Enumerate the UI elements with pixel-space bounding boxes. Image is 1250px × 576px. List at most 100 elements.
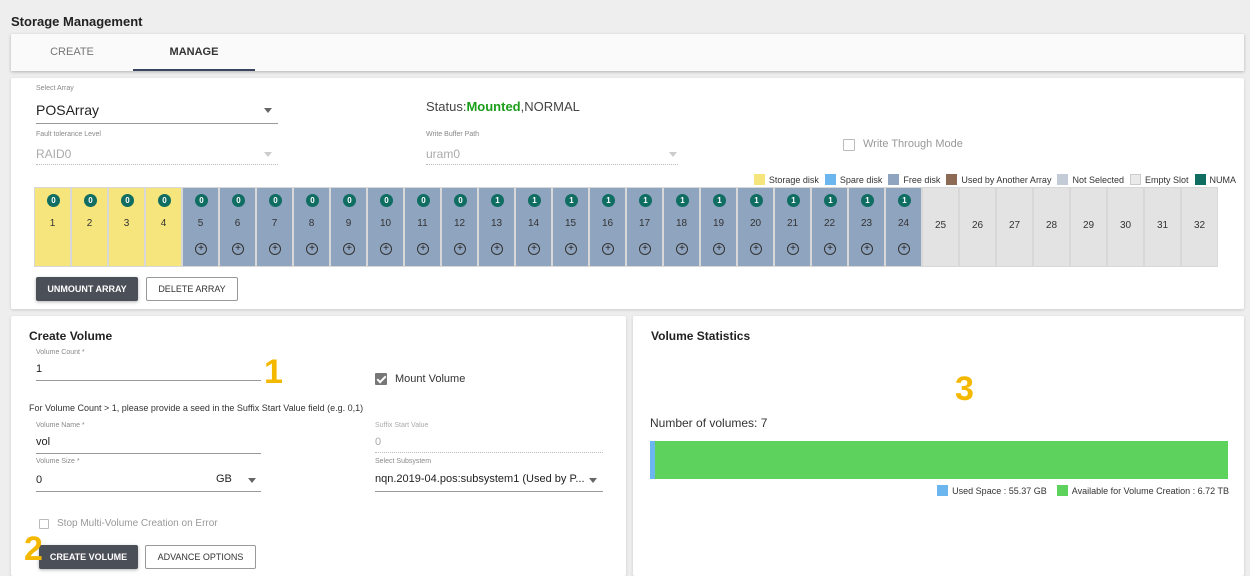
subsystem-chevron-down-icon[interactable]: [589, 478, 597, 483]
slot-number: 22: [823, 218, 836, 229]
disk-slot[interactable]: 1 19 +: [700, 187, 737, 267]
volume-count-input[interactable]: 1: [36, 363, 42, 375]
disk-slot[interactable]: 0 8 +: [293, 187, 330, 267]
add-disk-plus-icon[interactable]: +: [269, 243, 281, 255]
used-space-swatch: [937, 485, 949, 496]
disk-slot[interactable]: 25: [922, 187, 959, 267]
disk-slot[interactable]: 27: [996, 187, 1033, 267]
disk-slot[interactable]: 0 9 +: [330, 187, 367, 267]
legend-label: Empty Slot: [1144, 174, 1189, 185]
write-through-checkbox[interactable]: [843, 139, 855, 151]
numa-badge: 0: [47, 194, 60, 207]
disk-slot[interactable]: 1 16 +: [589, 187, 626, 267]
add-disk-plus-icon[interactable]: +: [454, 243, 466, 255]
advance-options-button[interactable]: ADVANCE OPTIONS: [145, 545, 256, 569]
disk-slot[interactable]: 29: [1070, 187, 1107, 267]
add-disk-plus-icon[interactable]: +: [639, 243, 651, 255]
disk-slot[interactable]: 0 5 +: [182, 187, 219, 267]
disk-slot[interactable]: 03: [108, 187, 145, 267]
volume-statistics-panel: Volume Statistics Number of volumes: 7 U…: [633, 316, 1244, 576]
numa-badge: 1: [898, 194, 911, 207]
annotation-marker-1: 1: [264, 353, 283, 391]
size-unit-select[interactable]: GB: [216, 473, 232, 485]
disk-slot[interactable]: 31: [1144, 187, 1181, 267]
unmount-array-button[interactable]: UNMOUNT ARRAY: [36, 277, 138, 301]
disk-slot[interactable]: 1 20 +: [737, 187, 774, 267]
add-disk-plus-icon[interactable]: +: [750, 243, 762, 255]
add-disk-plus-icon[interactable]: +: [602, 243, 614, 255]
add-disk-plus-icon[interactable]: +: [417, 243, 429, 255]
numa-badge: 0: [232, 194, 245, 207]
add-disk-plus-icon[interactable]: +: [713, 243, 725, 255]
numa-badge: 0: [454, 194, 467, 207]
disk-slot[interactable]: 1 22 +: [811, 187, 848, 267]
add-disk-plus-icon[interactable]: +: [195, 243, 207, 255]
select-array-chevron-down-icon[interactable]: [264, 108, 272, 113]
size-unit-chevron-down-icon[interactable]: [248, 478, 256, 483]
add-disk-plus-icon[interactable]: +: [676, 243, 688, 255]
slot-number: 11: [417, 218, 428, 229]
disk-slot[interactable]: 1 15 +: [552, 187, 589, 267]
disk-slot[interactable]: 0 12 +: [441, 187, 478, 267]
disk-slot[interactable]: 32: [1181, 187, 1218, 267]
add-disk-plus-icon[interactable]: +: [898, 243, 910, 255]
add-disk-plus-icon[interactable]: +: [861, 243, 873, 255]
disk-slot[interactable]: 28: [1033, 187, 1070, 267]
add-disk-plus-icon[interactable]: +: [787, 243, 799, 255]
subsystem-select[interactable]: nqn.2019-04.pos:subsystem1 (Used by P...: [375, 473, 585, 485]
disk-slot[interactable]: 30: [1107, 187, 1144, 267]
suffix-start-input[interactable]: 0: [375, 436, 381, 448]
create-volume-button[interactable]: CREATE VOLUME: [39, 545, 138, 569]
disk-slot[interactable]: 0 7 +: [256, 187, 293, 267]
add-disk-plus-icon[interactable]: +: [343, 243, 355, 255]
slot-number: 32: [1193, 220, 1206, 231]
disk-slot[interactable]: 1 17 +: [626, 187, 663, 267]
numa-badge: 0: [380, 194, 393, 207]
disk-slot[interactable]: 0 11 +: [404, 187, 441, 267]
array-panel: Select Array POSArray Status:Mounted,NOR…: [11, 78, 1244, 309]
used-space-legend: Used Space : 55.37 GB: [937, 485, 1047, 496]
add-disk-plus-icon[interactable]: +: [306, 243, 318, 255]
mount-volume-checkbox[interactable]: [375, 373, 387, 385]
disk-slot[interactable]: 04: [145, 187, 182, 267]
add-disk-plus-icon[interactable]: +: [491, 243, 503, 255]
add-disk-plus-icon[interactable]: +: [528, 243, 540, 255]
numa-badge: 1: [491, 194, 504, 207]
volume-name-input[interactable]: vol: [36, 436, 50, 448]
disk-slot[interactable]: 1 21 +: [774, 187, 811, 267]
tab-manage[interactable]: MANAGE: [133, 34, 255, 71]
used-space-segment: [650, 441, 655, 479]
add-disk-plus-icon[interactable]: +: [380, 243, 392, 255]
disk-slot[interactable]: 01: [34, 187, 71, 267]
tab-create[interactable]: CREATE: [11, 34, 133, 71]
numa-badge: 0: [195, 194, 208, 207]
delete-array-button[interactable]: DELETE ARRAY: [146, 277, 238, 301]
disk-slot[interactable]: 1 24 +: [885, 187, 922, 267]
disk-slot[interactable]: 1 18 +: [663, 187, 700, 267]
add-disk-plus-icon[interactable]: +: [232, 243, 244, 255]
disk-slot[interactable]: 0 6 +: [219, 187, 256, 267]
disk-slot[interactable]: 1 14 +: [515, 187, 552, 267]
disk-slot[interactable]: 1 13 +: [478, 187, 515, 267]
disk-slot[interactable]: 02: [71, 187, 108, 267]
annotation-marker-3: 3: [955, 370, 974, 408]
slot-number: 18: [675, 218, 688, 229]
disk-slot[interactable]: 26: [959, 187, 996, 267]
numa-badge: 1: [602, 194, 615, 207]
volume-size-input[interactable]: 0: [36, 474, 42, 486]
numa-badge: 0: [158, 194, 171, 207]
disk-slot[interactable]: 0 10 +: [367, 187, 404, 267]
slot-number: 3: [123, 218, 130, 229]
add-disk-plus-icon[interactable]: +: [565, 243, 577, 255]
select-array-value[interactable]: POSArray: [36, 102, 99, 118]
legend-swatch: [1129, 174, 1141, 185]
legend-item: Not Selected: [1057, 174, 1124, 185]
add-disk-plus-icon[interactable]: +: [824, 243, 836, 255]
volume-count-label: Volume Count *: [36, 349, 85, 356]
slot-number: 6: [234, 218, 241, 229]
legend-label: Not Selected: [1072, 174, 1124, 185]
legend-label: NUMA: [1209, 174, 1237, 185]
disk-slot[interactable]: 1 23 +: [848, 187, 885, 267]
stop-on-error-checkbox[interactable]: [39, 519, 49, 529]
slot-number: 16: [601, 218, 614, 229]
